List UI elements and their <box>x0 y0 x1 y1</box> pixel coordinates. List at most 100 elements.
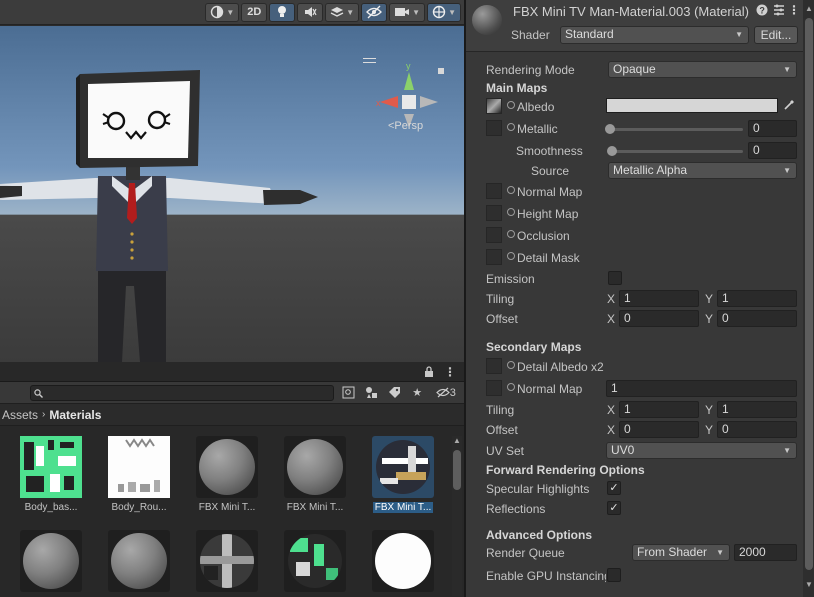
smoothness-slider-track[interactable] <box>610 150 743 153</box>
scroll-down-icon[interactable]: ▼ <box>805 580 813 589</box>
main-offset-y-field[interactable]: 0 <box>717 310 797 327</box>
detail-mask-slot[interactable] <box>486 249 502 265</box>
lighting-toggle-button[interactable] <box>269 2 296 22</box>
main-tiling-y-field[interactable]: 1 <box>717 290 797 307</box>
breadcrumb-assets[interactable]: Assets <box>2 408 38 422</box>
project-scrollbar[interactable]: ▲ <box>452 436 462 596</box>
scroll-thumb[interactable] <box>805 18 813 570</box>
asset-item[interactable] <box>10 530 90 597</box>
breadcrumb-materials[interactable]: Materials <box>49 408 101 422</box>
eyedropper-icon[interactable] <box>782 99 796 113</box>
persp-label[interactable]: <Persp <box>388 120 423 132</box>
asset-item[interactable] <box>274 530 354 597</box>
texture-picker-dot-icon[interactable] <box>507 361 515 369</box>
occlusion-slot[interactable] <box>486 227 502 243</box>
normal-map-slot[interactable] <box>486 183 502 199</box>
emission-checkbox[interactable] <box>608 271 622 285</box>
albedo-texture-slot[interactable] <box>486 98 502 114</box>
asset-item[interactable] <box>98 530 178 597</box>
asset-item[interactable]: Body_Rou... <box>98 436 178 526</box>
occlusion-label: Occlusion <box>517 229 570 243</box>
texture-picker-dot-icon[interactable] <box>507 101 515 109</box>
render-queue-dropdown[interactable]: From Shader ▼ <box>632 544 730 561</box>
metallic-texture-slot[interactable] <box>486 120 502 136</box>
audio-toggle-button[interactable] <box>297 2 324 22</box>
secondary-tiling-x-field[interactable]: 1 <box>619 401 699 418</box>
material-thumbnail <box>284 530 346 592</box>
smoothness-slider-knob[interactable] <box>607 146 617 156</box>
main-offset-x-field[interactable]: 0 <box>619 310 699 327</box>
detail-mask-row: Detail Mask <box>466 249 802 267</box>
help-icon[interactable]: ? <box>756 4 768 16</box>
gizmos-button[interactable]: ▼ <box>427 2 461 22</box>
effects-button[interactable]: ▼ <box>325 2 360 22</box>
material-thumbnail <box>284 436 346 498</box>
filter-type-icon[interactable] <box>363 385 380 401</box>
edit-shader-button[interactable]: Edit... <box>754 26 798 44</box>
lock-icon[interactable] <box>424 366 434 377</box>
asset-item[interactable]: FBX Mini T... <box>186 436 266 526</box>
gizmo-y-label: y <box>406 62 411 71</box>
texture-picker-dot-icon[interactable] <box>507 230 515 238</box>
source-value: Metallic Alpha <box>613 163 688 177</box>
asset-item[interactable]: Body_bas... <box>10 436 90 526</box>
scene-visibility-button[interactable] <box>361 2 388 22</box>
height-map-slot[interactable] <box>486 205 502 221</box>
secondary-normal-scale-field[interactable]: 1 <box>606 380 797 397</box>
draw-mode-button[interactable]: ▼ <box>205 2 240 22</box>
gpu-instancing-row: Enable GPU Instancing <box>466 567 802 585</box>
source-dropdown[interactable]: Metallic Alpha ▼ <box>608 162 797 179</box>
scroll-thumb[interactable] <box>453 450 461 490</box>
asset-item[interactable] <box>362 530 442 597</box>
camera-button[interactable]: ▼ <box>389 2 426 22</box>
secondary-offset-x-field[interactable]: 0 <box>619 421 699 438</box>
scene-viewport[interactable]: y x <Persp <box>0 26 464 362</box>
secondary-offset-y-field[interactable]: 0 <box>717 421 797 438</box>
asset-item[interactable] <box>186 530 266 597</box>
scene-view[interactable]: ▼ 2D ▼ ▼ ▼ y x <Persp <box>0 0 464 362</box>
texture-picker-dot-icon[interactable] <box>507 186 515 194</box>
metallic-slider-knob[interactable] <box>605 124 615 134</box>
uv-set-dropdown[interactable]: UV0 ▼ <box>606 442 797 459</box>
gpu-instancing-label: Enable GPU Instancing <box>486 569 606 583</box>
render-queue-field[interactable]: 2000 <box>734 544 797 561</box>
albedo-color-swatch[interactable] <box>606 98 778 113</box>
search-by-type-icon[interactable] <box>340 385 357 401</box>
scroll-up-icon[interactable]: ▲ <box>805 4 813 13</box>
detail-albedo-slot[interactable] <box>486 358 502 374</box>
main-tiling-x-field[interactable]: 1 <box>619 290 699 307</box>
gpu-instancing-checkbox[interactable] <box>607 568 621 582</box>
hidden-packages-count: 3 <box>449 386 456 399</box>
metallic-field[interactable]: 0 <box>748 120 797 137</box>
specular-highlights-checkbox[interactable]: ✓ <box>607 481 621 495</box>
label-tag-icon[interactable] <box>386 385 403 401</box>
scroll-up-icon[interactable]: ▲ <box>453 436 461 445</box>
asset-item[interactable]: FBX Mini T... <box>274 436 354 526</box>
favorite-star-icon[interactable]: ★ <box>409 385 426 401</box>
globe-gizmo-icon <box>432 5 446 19</box>
texture-picker-dot-icon[interactable] <box>507 252 515 260</box>
more-options-icon[interactable]: ⋮ <box>444 365 456 379</box>
material-thumbnail <box>196 436 258 498</box>
inspector-scrollbar[interactable]: ▲ ▼ <box>803 0 814 597</box>
secondary-normal-slot[interactable] <box>486 380 502 396</box>
rendering-mode-dropdown[interactable]: Opaque ▼ <box>608 61 797 78</box>
metallic-slider-track[interactable] <box>608 128 743 131</box>
secondary-tiling-y-field[interactable]: 1 <box>717 401 797 418</box>
texture-picker-dot-icon[interactable] <box>507 123 515 131</box>
shader-dropdown[interactable]: Standard ▼ <box>560 26 749 44</box>
preset-icon[interactable] <box>773 4 785 16</box>
search-input[interactable] <box>45 386 333 399</box>
forward-rendering-heading: Forward Rendering Options <box>486 463 645 477</box>
texture-picker-dot-icon[interactable] <box>507 383 515 391</box>
texture-picker-dot-icon[interactable] <box>507 208 515 216</box>
smoothness-field[interactable]: 0 <box>748 142 797 159</box>
more-options-icon[interactable]: ⋮ <box>788 4 800 16</box>
search-field[interactable] <box>30 384 334 401</box>
hidden-packages-icon[interactable]: 3 <box>432 385 460 401</box>
reflections-checkbox[interactable]: ✓ <box>607 501 621 515</box>
asset-item-selected[interactable]: FBX Mini T... <box>362 436 442 526</box>
2d-toggle-button[interactable]: 2D <box>241 2 268 22</box>
y-label: Y <box>705 312 714 326</box>
main-offset-row: Offset X 0 Y 0 <box>466 310 802 328</box>
